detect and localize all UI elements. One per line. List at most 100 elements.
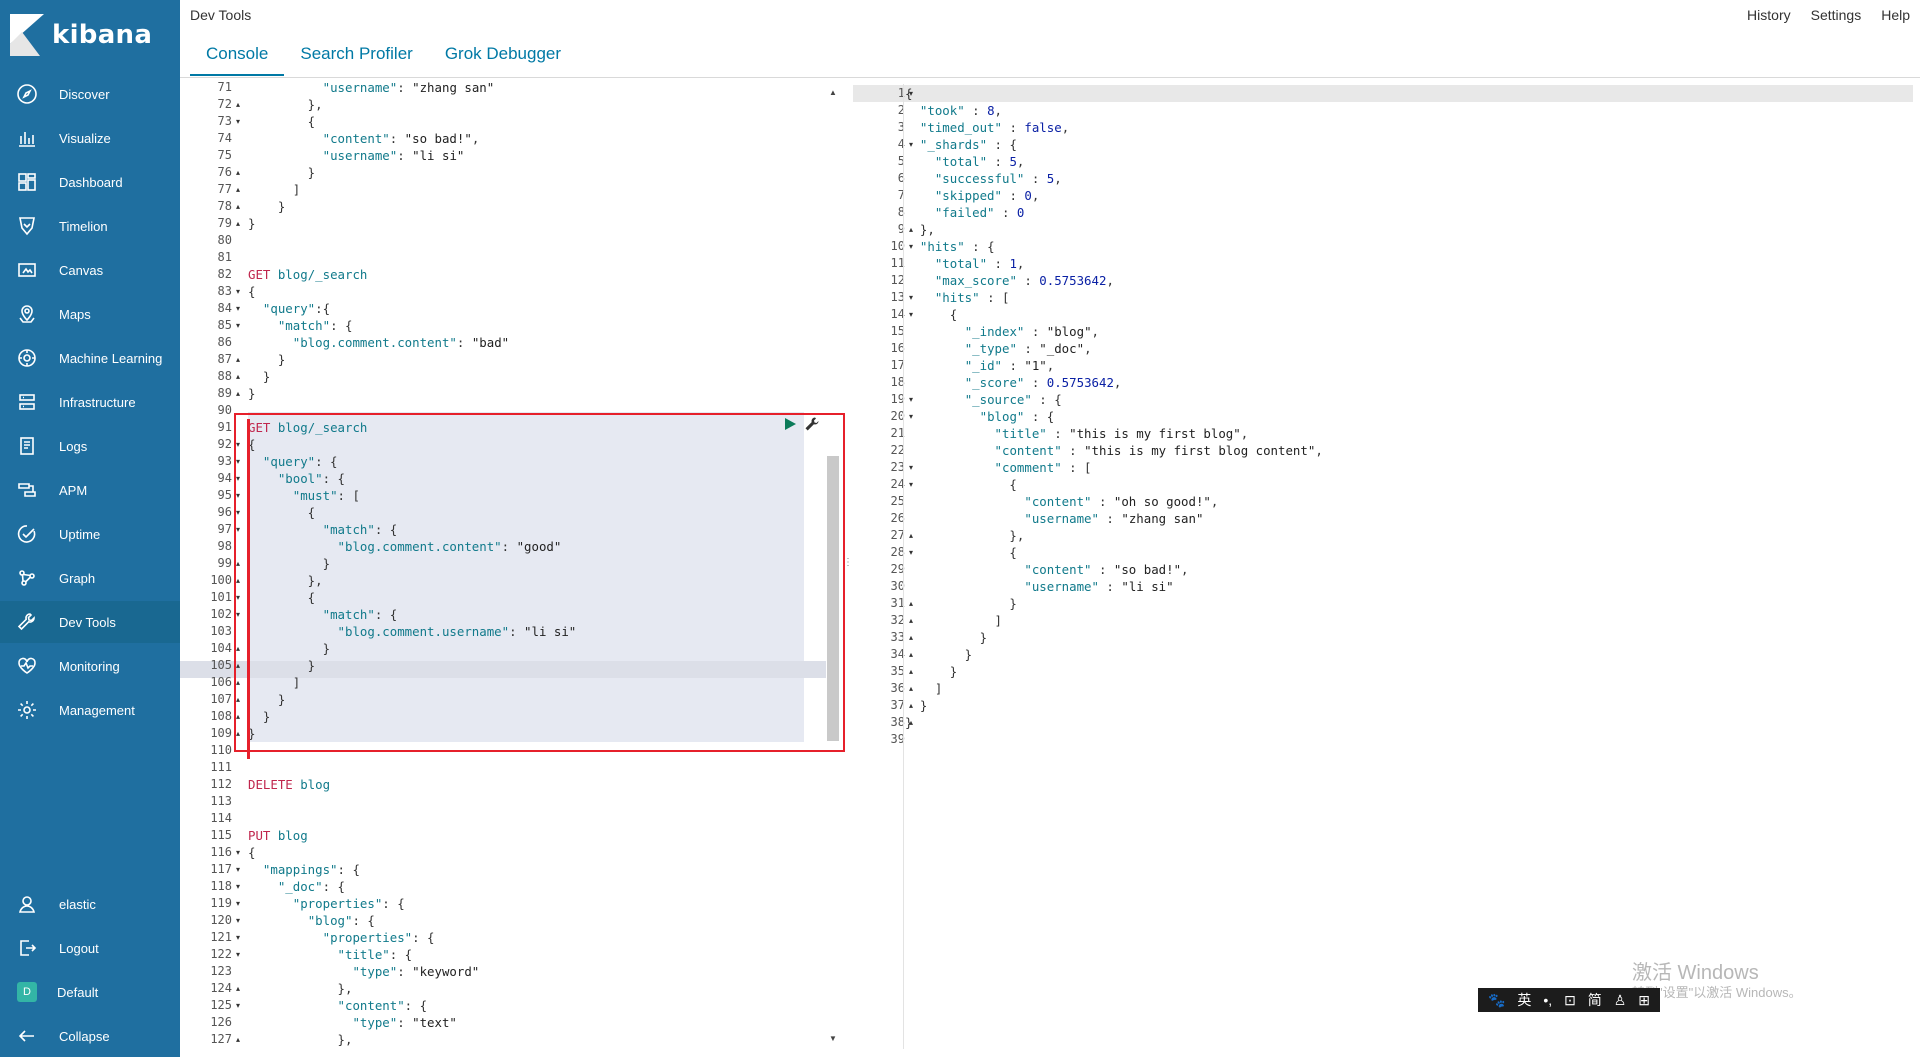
ime-item[interactable]: 英 [1517, 990, 1531, 1010]
fold-open-icon[interactable]: ▾ [233, 504, 243, 521]
fold-close-icon[interactable]: ▴ [233, 691, 243, 708]
response-viewer[interactable]: 1 ▾{2 "took" : 8, 3 "timed_out" : false, 4 ▾… [853, 78, 1920, 1050]
line-number: 98 [217, 539, 232, 553]
line-number: 12 [890, 273, 905, 287]
fold-open-icon[interactable]: ▾ [233, 861, 243, 878]
sidebar-item-default[interactable]: D Default [0, 971, 180, 1013]
tab-console[interactable]: Console [190, 38, 285, 76]
fold-open-icon[interactable]: ▾ [233, 929, 243, 946]
scroll-up-icon[interactable]: ▲ [827, 88, 839, 100]
line-number: 9 [897, 222, 905, 236]
request-actions-button[interactable] [804, 416, 820, 432]
code-line: GET blog/_search [248, 420, 368, 435]
line-marker [247, 691, 250, 708]
sidebar-item-infrastructure[interactable]: Infrastructure [0, 381, 180, 423]
sidebar-item-collapse[interactable]: Collapse [0, 1015, 180, 1057]
ime-item[interactable]: 简 [1588, 990, 1602, 1010]
fold-close-icon[interactable]: ▴ [233, 674, 243, 691]
pane-resize-handle[interactable]: ⋮ [843, 558, 853, 580]
fold-open-icon[interactable]: ▾ [233, 878, 243, 895]
ime-item[interactable]: •, [1543, 992, 1552, 1008]
ime-item[interactable]: ⊞ [1638, 992, 1650, 1009]
fold-open-icon[interactable]: ▾ [233, 912, 243, 929]
code-line: "timed_out" : false, [919, 120, 1070, 135]
sidebar-item-graph[interactable]: Graph [0, 557, 180, 599]
sidebar-item-dev-tools[interactable]: Dev Tools [0, 601, 180, 643]
sidebar-item-dashboard[interactable]: Dashboard [0, 161, 180, 203]
fold-close-icon[interactable]: ▴ [233, 164, 243, 181]
sidebar-item-discover[interactable]: Discover [0, 73, 180, 115]
ime-item[interactable]: ⊡ [1564, 992, 1576, 1009]
fold-open-icon[interactable]: ▾ [233, 844, 243, 861]
editor-scrollbar[interactable]: ▲ ▼ [827, 88, 839, 1046]
fold-close-icon[interactable]: ▴ [233, 215, 243, 232]
fold-close-icon[interactable]: ▴ [233, 572, 243, 589]
fold-open-icon[interactable]: ▾ [233, 317, 243, 334]
fold-open-icon[interactable]: ▾ [233, 113, 243, 130]
sidebar-item-elastic[interactable]: elastic [0, 883, 180, 925]
line-number: 118 [210, 879, 232, 893]
fold-open-icon[interactable]: ▾ [233, 283, 243, 300]
code-line: { [905, 545, 1017, 560]
fold-close-icon[interactable]: ▴ [233, 351, 243, 368]
tab-grok-debugger[interactable]: Grok Debugger [429, 38, 577, 76]
sidebar-item-timelion[interactable]: Timelion [0, 205, 180, 247]
fold-close-icon[interactable]: ▴ [233, 181, 243, 198]
fold-open-icon[interactable]: ▾ [233, 606, 243, 623]
line-marker [247, 674, 250, 691]
code-line: }, [248, 573, 323, 588]
sidebar-item-label: Logout [59, 940, 99, 956]
sidebar-item-apm[interactable]: APM [0, 469, 180, 511]
fold-open-icon[interactable]: ▾ [233, 300, 243, 317]
fold-close-icon[interactable]: ▴ [233, 96, 243, 113]
line-number: 77 [217, 182, 232, 196]
ime-toolbar[interactable]: 🐾 英 •, ⊡ 简 ♙ ⊞ [1478, 988, 1660, 1012]
sidebar-item-maps[interactable]: Maps [0, 293, 180, 335]
fold-open-icon[interactable]: ▾ [233, 946, 243, 963]
sidebar-item-management[interactable]: Management [0, 689, 180, 731]
code-line: } [248, 658, 316, 673]
scrollbar-thumb[interactable] [827, 456, 839, 741]
ime-item[interactable]: 🐾 [1488, 992, 1505, 1009]
fold-open-icon[interactable]: ▾ [233, 521, 243, 538]
sidebar-item-logs[interactable]: Logs [0, 425, 180, 467]
code-line: } [905, 698, 928, 713]
code-line: "query":{ [262, 301, 331, 316]
send-request-button[interactable] [782, 416, 798, 432]
ime-item[interactable]: ♙ [1614, 992, 1627, 1009]
fold-close-icon[interactable]: ▴ [233, 555, 243, 572]
fold-close-icon[interactable]: ▴ [233, 657, 243, 674]
sidebar-item-monitoring[interactable]: Monitoring [0, 645, 180, 687]
fold-close-icon[interactable]: ▴ [233, 1031, 243, 1048]
fold-close-icon[interactable]: ▴ [233, 708, 243, 725]
code-line: "total" : 1, [934, 256, 1025, 271]
fold-open-icon[interactable]: ▾ [233, 997, 243, 1014]
fold-close-icon[interactable]: ▴ [233, 980, 243, 997]
request-editor[interactable]: 71 "username": "zhang san" 72 ▴ }, 73 ▾ {74 … [180, 78, 840, 1050]
scroll-down-icon[interactable]: ▼ [827, 1034, 839, 1046]
fold-open-icon[interactable]: ▾ [233, 895, 243, 912]
fold-close-icon[interactable]: ▴ [233, 725, 243, 742]
fold-close-icon[interactable]: ▴ [233, 368, 243, 385]
fold-close-icon[interactable]: ▴ [233, 198, 243, 215]
sidebar-item-logout[interactable]: Logout [0, 927, 180, 969]
sidebar-item-label: Maps [59, 306, 91, 322]
help-link[interactable]: Help [1881, 7, 1910, 23]
code-line: } [248, 692, 286, 707]
fold-open-icon[interactable]: ▾ [233, 436, 243, 453]
tab-search-profiler[interactable]: Search Profiler [284, 38, 428, 76]
sidebar-item-visualize[interactable]: Visualize [0, 117, 180, 159]
fold-open-icon[interactable]: ▾ [233, 453, 243, 470]
space-badge: D [17, 982, 37, 1002]
settings-link[interactable]: Settings [1811, 7, 1862, 23]
fold-open-icon[interactable]: ▾ [233, 487, 243, 504]
history-link[interactable]: History [1747, 7, 1791, 23]
fold-close-icon[interactable]: ▴ [233, 385, 243, 402]
fold-open-icon[interactable]: ▾ [233, 589, 243, 606]
fold-close-icon[interactable]: ▴ [233, 640, 243, 657]
sidebar-item-canvas[interactable]: Canvas [0, 249, 180, 291]
fold-open-icon[interactable]: ▾ [233, 470, 243, 487]
sidebar-item-machine-learning[interactable]: Machine Learning [0, 337, 180, 379]
kibana-logo[interactable]: kibana [10, 14, 152, 56]
sidebar-item-uptime[interactable]: Uptime [0, 513, 180, 555]
